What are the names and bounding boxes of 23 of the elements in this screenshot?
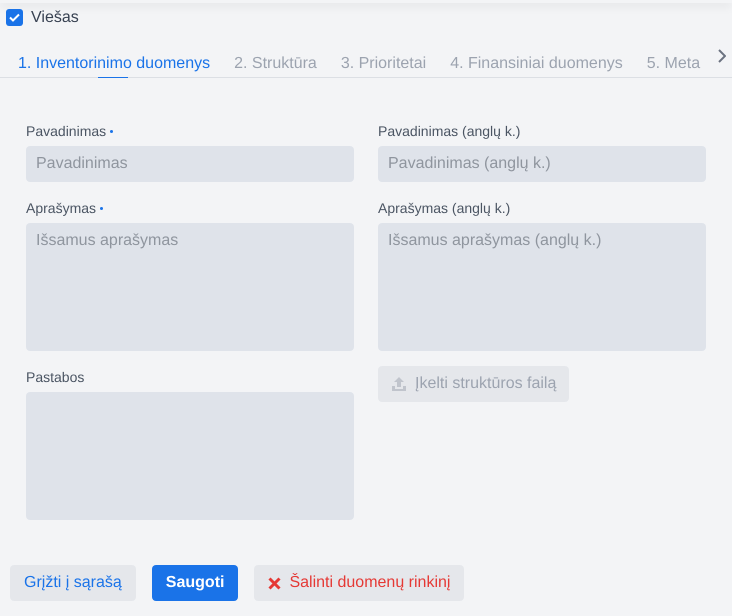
- checkbox[interactable]: [6, 9, 23, 26]
- text-area[interactable]: Išsamus aprašymas (anglų k.): [378, 223, 706, 351]
- back-button[interactable]: Grįžti į sąrašą: [10, 565, 136, 601]
- tab[interactable]: 3. Prioritetai: [340, 39, 426, 78]
- field-label: Pavadinimas (anglų k.): [378, 122, 520, 141]
- save-button[interactable]: Saugoti: [152, 565, 238, 601]
- input-field[interactable]: Pavadinimas: [26, 146, 354, 182]
- checkbox-label: Viešas: [31, 8, 79, 28]
- input-field[interactable]: Pavadinimas (anglų k.): [378, 146, 706, 182]
- tab[interactable]: 1. Inventorinimo duomenys: [18, 39, 210, 78]
- tab[interactable]: 4. Finansiniai duomenys: [450, 39, 623, 78]
- field-label: Pastabos: [26, 368, 84, 386]
- chevron-right-icon[interactable]: [717, 49, 726, 63]
- field-label: Aprašymas (anglų k.): [378, 198, 510, 218]
- check-icon: [9, 13, 20, 22]
- tab[interactable]: 2. Struktūra: [234, 39, 317, 78]
- text-area[interactable]: Išsamus aprašymas: [26, 223, 354, 351]
- field-label: Pavadinimas: [26, 122, 106, 140]
- field-label: Aprašymas: [26, 198, 96, 218]
- upload-icon: [391, 376, 407, 392]
- close-icon: [268, 576, 282, 590]
- delete-button[interactable]: Šalinti duomenų rinkinį: [254, 565, 464, 601]
- tab[interactable]: 5. Meta: [646, 39, 700, 78]
